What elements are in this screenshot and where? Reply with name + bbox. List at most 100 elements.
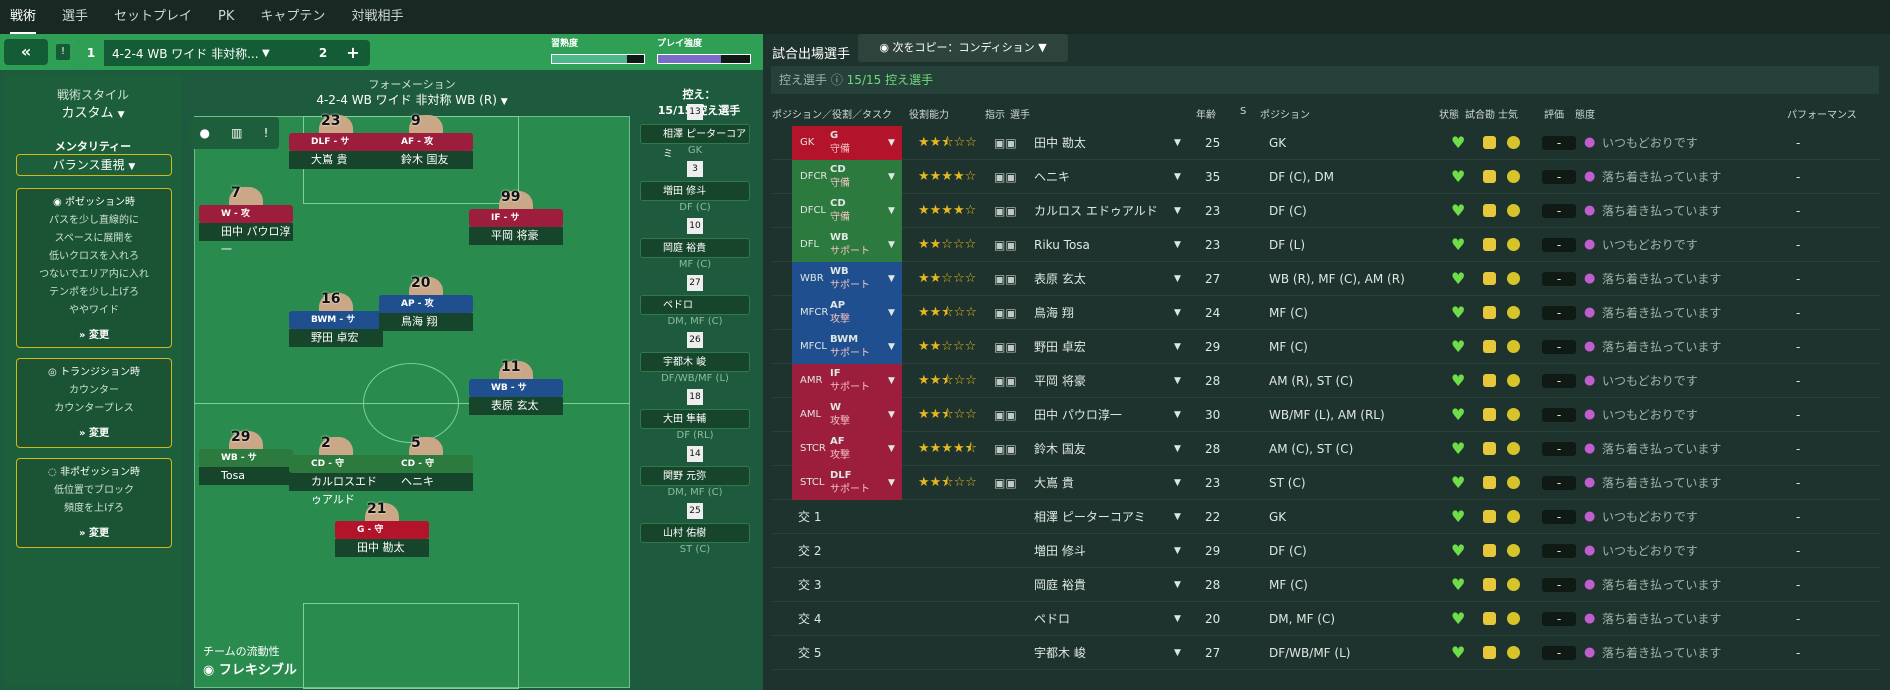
table-row[interactable]: STCL DLF サポート ▼ ★★⯪☆☆ ▣▣ 大嶌 貴 ▼ 23 ST (C) ♥ - ● 落ち着き払… <box>772 466 1881 500</box>
change-button[interactable]: » 変更 <box>17 524 171 539</box>
tab-tactics[interactable]: 戦術 <box>10 0 37 34</box>
player-role[interactable]: WB - サ <box>469 379 563 397</box>
instructions-icon[interactable]: ▣▣ <box>994 262 1017 296</box>
player-name[interactable]: ヘニキ <box>1034 160 1070 194</box>
player-role[interactable]: BWM - サ <box>289 311 383 329</box>
instructions-icon[interactable]: ▣▣ <box>994 228 1017 262</box>
formation-dropdown[interactable]: 4-2-4 WB ワイド 非対称 WB (R) ▼ <box>274 91 550 108</box>
sub-slot[interactable]: 26 宇都木 峻 DF/WB/MF (L) <box>640 332 750 386</box>
player-name[interactable]: カルロス エドゥアルド <box>1034 194 1158 228</box>
in-possession-card[interactable]: ◉ ポゼッション時 パスを少し直線的に スペースに展開を 低いクロスを入れろ つないで… <box>16 188 172 348</box>
chevron-down-icon[interactable]: ▼ <box>888 160 895 194</box>
chevron-down-icon[interactable]: ▼ <box>888 126 895 160</box>
player-role[interactable]: AF - 攻 <box>379 133 473 151</box>
player-name[interactable]: 野田 卓宏 <box>1034 330 1086 364</box>
sub-slot[interactable]: 25 山村 佑樹 ST (C) <box>640 503 750 557</box>
column-header[interactable]: 評価 <box>1544 106 1564 126</box>
player-name[interactable]: 平岡 将豪 <box>1034 364 1086 398</box>
player-role[interactable]: DLF - サ <box>289 133 383 151</box>
column-header[interactable]: 士気 <box>1498 106 1518 126</box>
instructions-icon[interactable]: ▣▣ <box>994 194 1017 228</box>
table-row[interactable]: DFCL CD 守備 ▼ ★★★★☆ ▣▣ カルロス エドゥアルド ▼ 23 DF (C) ♥ - ● 落… <box>772 194 1881 228</box>
player-token[interactable]: 23 DLF - サ大嶌 貴 <box>289 113 383 169</box>
player-name[interactable]: 岡庭 裕貴 <box>1034 568 1086 602</box>
table-row[interactable]: 交 5 宇都木 峻 ▼ 27 DF/WB/MF (L) ♥ - ● 落ち着き払っています - <box>772 636 1881 670</box>
chevron-down-icon[interactable]: ▼ <box>1174 636 1181 670</box>
chevron-down-icon[interactable]: ▼ <box>888 296 895 330</box>
player-token[interactable]: 21 G - 守田中 勘太 <box>335 501 429 557</box>
sub-slot[interactable]: 10 岡庭 裕貴 MF (C) <box>640 218 750 272</box>
player-token[interactable]: 20 AP - 攻鳥海 翔 <box>379 275 473 331</box>
chevron-down-icon[interactable]: ▼ <box>1174 330 1181 364</box>
tab-penalties[interactable]: PK <box>218 0 234 34</box>
table-row[interactable]: WBR WB サポート ▼ ★★☆☆☆ ▣▣ 表原 玄太 ▼ 27 WB (R), MF (C),… <box>772 262 1881 296</box>
table-row[interactable]: AMR IF サポート ▼ ★★⯪☆☆ ▣▣ 平岡 将豪 ▼ 28 AM (R), ST (C) ♥… <box>772 364 1881 398</box>
mentality-dropdown[interactable]: バランス重視 ▼ <box>16 154 172 176</box>
table-row[interactable]: GK G 守備 ▼ ★★⯪☆☆ ▣▣ 田中 勘太 ▼ 25 GK ♥ - ● いつもどおりです - <box>772 126 1881 160</box>
player-token[interactable]: 16 BWM - サ野田 卓宏 <box>289 291 383 347</box>
chevron-down-icon[interactable]: ▼ <box>1174 296 1181 330</box>
tactic-slot-1[interactable]: 1 <box>78 40 104 66</box>
tab-players[interactable]: 選手 <box>62 0 88 34</box>
chevron-down-icon[interactable]: ▼ <box>888 330 895 364</box>
table-row[interactable]: STCR AF 攻撃 ▼ ★★★★⯪ ▣▣ 鈴木 国友 ▼ 28 AM (C), ST (C) ♥ -… <box>772 432 1881 466</box>
table-row[interactable]: DFL WB サポート ▼ ★★☆☆☆ ▣▣ Riku Tosa ▼ 23 DF (L) ♥ - ● いつ… <box>772 228 1881 262</box>
column-header[interactable]: 試合勘 <box>1465 106 1495 126</box>
instructions-icon[interactable]: ▣▣ <box>994 466 1017 500</box>
chevron-down-icon[interactable]: ▼ <box>1174 194 1181 228</box>
chevron-down-icon[interactable]: ▼ <box>1174 126 1181 160</box>
alert-icon[interactable]: ! <box>264 126 269 140</box>
sub-slot[interactable]: 18 大田 隼輔 DF (RL) <box>640 389 750 443</box>
style-dropdown[interactable]: カスタム ▼ <box>4 102 182 121</box>
player-token[interactable]: 5 CD - 守ヘニキ <box>379 435 473 491</box>
person-icon[interactable]: ● <box>200 126 210 140</box>
player-name[interactable]: 増田 修斗 <box>1034 534 1086 568</box>
player-name[interactable]: 鳥海 翔 <box>1034 296 1074 330</box>
column-header[interactable]: 指示 <box>985 106 1005 126</box>
player-name[interactable]: 田中 パウロ淳一 <box>1034 398 1122 432</box>
chevron-down-icon[interactable]: ▼ <box>1174 466 1181 500</box>
chevron-down-icon[interactable]: ▼ <box>1174 364 1181 398</box>
player-token[interactable]: 11 WB - サ表原 玄太 <box>469 359 563 415</box>
instructions-icon[interactable]: ▣▣ <box>994 160 1017 194</box>
out-of-possession-card[interactable]: ◌ 非ポゼッション時 低位置でブロック 頻度を上げろ » 変更 <box>16 458 172 548</box>
chevron-down-icon[interactable]: ▼ <box>1174 262 1181 296</box>
table-row[interactable]: MFCR AP 攻撃 ▼ ★★⯪☆☆ ▣▣ 鳥海 翔 ▼ 24 MF (C) ♥ - ● 落ち着き払ってい… <box>772 296 1881 330</box>
instructions-icon[interactable]: ▣▣ <box>994 432 1017 466</box>
player-name[interactable]: 相澤 ピーターコアミ <box>1034 500 1146 534</box>
instructions-icon[interactable]: ▣▣ <box>994 398 1017 432</box>
alert-icon[interactable]: ! <box>56 44 70 60</box>
table-row[interactable]: 交 1 相澤 ピーターコアミ ▼ 22 GK ♥ - ● いつもどおりです - <box>772 500 1881 534</box>
column-header[interactable]: 年齢 <box>1196 106 1216 126</box>
instructions-icon[interactable]: ▣▣ <box>994 126 1017 160</box>
sub-slot[interactable]: 27 ペドロ DM, MF (C) <box>640 275 750 329</box>
sub-slot[interactable]: 3 増田 修斗 DF (C) <box>640 161 750 215</box>
table-row[interactable]: 交 2 増田 修斗 ▼ 29 DF (C) ♥ - ● いつもどおりです - <box>772 534 1881 568</box>
chevron-down-icon[interactable]: ▼ <box>888 398 895 432</box>
tactic-slot-2[interactable]: 2 <box>310 40 336 66</box>
instructions-icon[interactable]: ▣▣ <box>994 330 1017 364</box>
tab-opposition[interactable]: 対戦相手 <box>351 0 403 34</box>
column-header[interactable]: 選手 <box>1010 106 1030 126</box>
player-token[interactable]: 9 AF - 攻鈴木 国友 <box>379 113 473 169</box>
player-role[interactable]: WB - サ <box>199 449 293 467</box>
table-row[interactable]: 交 3 岡庭 裕貴 ▼ 28 MF (C) ♥ - ● 落ち着き払っています - <box>772 568 1881 602</box>
player-role[interactable]: CD - 守 <box>379 455 473 473</box>
table-row[interactable]: AML W 攻撃 ▼ ★★⯪☆☆ ▣▣ 田中 パウロ淳一 ▼ 30 WB/MF (L), AM (… <box>772 398 1881 432</box>
player-name[interactable]: ペドロ <box>1034 602 1070 636</box>
player-token[interactable]: 2 CD - 守カルロスエドゥアルド <box>289 435 383 506</box>
column-header[interactable]: ポジション <box>1260 106 1310 126</box>
player-name[interactable]: Riku Tosa <box>1034 228 1090 262</box>
column-header[interactable]: 態度 <box>1575 106 1595 126</box>
sub-slot[interactable]: 13 相澤 ピーターコアミ GK <box>640 104 750 160</box>
chevron-down-icon[interactable]: ▼ <box>1174 534 1181 568</box>
tab-captains[interactable]: キャプテン <box>260 0 325 34</box>
sub-slot[interactable]: 14 関野 元弥 DM, MF (C) <box>640 446 750 500</box>
player-role[interactable]: W - 攻 <box>199 205 293 223</box>
chevron-down-icon[interactable]: ▼ <box>888 262 895 296</box>
chevron-down-icon[interactable]: ▼ <box>888 432 895 466</box>
chart-icon[interactable]: ▥ <box>231 126 242 140</box>
player-role[interactable]: AP - 攻 <box>379 295 473 313</box>
column-header[interactable]: S <box>1240 106 1246 126</box>
tactic-selector[interactable]: 1 4-2-4 WB ワイド 非対称... ▼ 2 + <box>78 40 370 66</box>
